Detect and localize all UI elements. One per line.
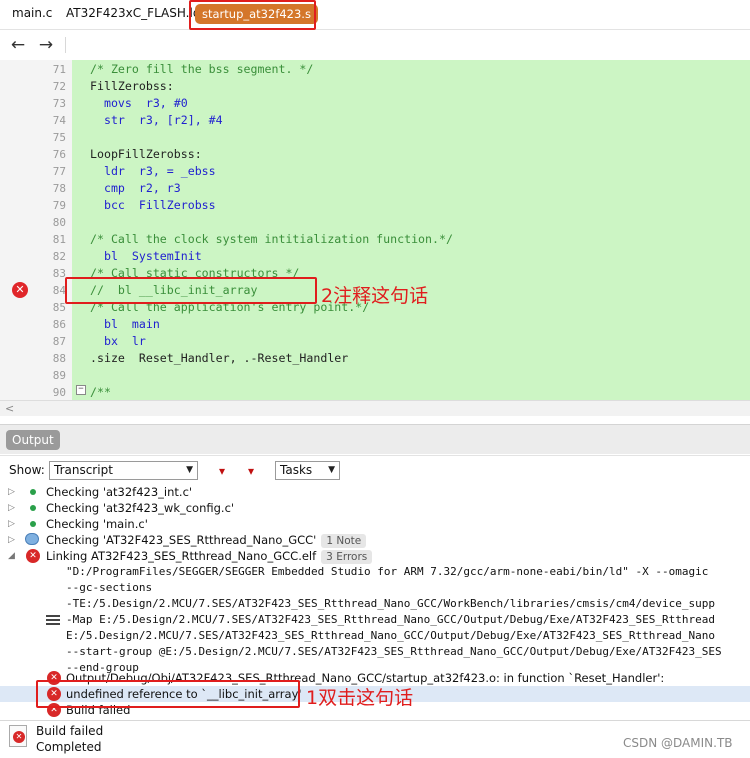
output-toolbar: Show: Transcript ▼ ▾ ▾ Tasks ▼ (0, 455, 750, 483)
code-line: 71/* Zero fill the bss segment. */ (52, 62, 314, 76)
collapse-icon[interactable]: ◢ (8, 548, 15, 564)
code-line: 75 (52, 131, 66, 144)
watermark: CSDN @DAMIN.TB (623, 736, 733, 750)
command-line[interactable]: "D:/ProgramFiles/SEGGER/SEGGER Embedded … (0, 564, 750, 580)
navigation-bar: ← → (0, 31, 750, 59)
command-line[interactable]: E:/5.Design/2.MCU/7.SES/AT32F423_SES_Rtt… (0, 628, 750, 644)
chevron-down-icon: ▼ (186, 465, 193, 475)
highlight-box-tab (189, 0, 316, 30)
command-line[interactable]: --start-group @E:/5.Design/2.MCU/7.SES/A… (0, 644, 750, 660)
expand-icon[interactable]: ▷ (8, 500, 15, 516)
annotation-double-click: 1双击这句话 (306, 687, 414, 709)
editor-tab-bar: main.c AT32F423xC_FLASH.ld startup_at32f… (0, 0, 750, 30)
highlight-box-error (36, 680, 300, 708)
list-icon (46, 615, 60, 625)
nav-separator (65, 37, 66, 53)
command-line[interactable]: -TE:/5.Design/2.MCU/7.SES/AT32F423_SES_R… (0, 596, 750, 612)
error-marker-icon[interactable]: ✕ (12, 282, 28, 298)
arrow-left-icon[interactable]: ← (8, 35, 28, 55)
output-tab[interactable]: Output (6, 430, 60, 450)
list-item[interactable]: ▷ Checking 'AT32F423_SES_Rtthread_Nano_GC… (0, 532, 750, 548)
code-line: 90/** (52, 385, 111, 399)
success-dot-icon (30, 521, 36, 527)
fold-toggle-icon[interactable]: − (76, 385, 86, 395)
command-line[interactable]: --gc-sections (0, 580, 750, 596)
code-line: 79 bcc FillZerobss (52, 198, 216, 212)
code-line: 82 bl SystemInit (52, 249, 202, 263)
code-line: 86 bl main (52, 317, 160, 331)
list-item[interactable]: ▷ Checking 'at32f423_int.c' (0, 484, 750, 500)
success-dot-icon (30, 505, 36, 511)
status-text: Build failed (36, 724, 104, 738)
chevron-down-icon: ▼ (328, 465, 335, 475)
status-badge: 3 Errors (321, 550, 373, 564)
status-badge: 1 Note (321, 534, 367, 548)
success-dot-icon (30, 489, 36, 495)
output-panel-header: Output (0, 424, 750, 454)
code-line: 73 movs r3, #0 (52, 96, 188, 110)
output-transcript[interactable]: ▷ Checking 'at32f423_int.c' ▷ Checking 'at… (0, 484, 750, 719)
code-line: 72 FillZerobss: (52, 79, 174, 93)
tab-main-c[interactable]: main.c (12, 6, 52, 20)
code-line: 81/* Call the clock system intitializati… (52, 232, 453, 246)
status-subtext: Completed (36, 740, 102, 754)
code-line: 78 cmp r2, r3 (52, 181, 181, 195)
annotation-comment-line: 2注释这句话 (321, 285, 429, 307)
list-item[interactable]: ◢ ✕ Linking AT32F423_SES_Rtthread_Nano_GCC… (0, 548, 750, 564)
code-line: 77 ldr r3, = _ebss (52, 164, 216, 178)
note-bubble-icon (25, 533, 39, 545)
command-line[interactable]: -Map E:/5.Design/2.MCU/7.SES/AT32F423_SE… (0, 612, 750, 628)
tasks-select[interactable]: Tasks ▼ (275, 461, 340, 480)
code-line: 80 (52, 216, 66, 229)
expand-icon[interactable]: ▷ (8, 484, 15, 500)
list-item[interactable]: ▷ Checking 'main.c' (0, 516, 750, 532)
highlight-box-code (65, 277, 317, 304)
show-label: Show: (9, 463, 45, 477)
previous-error-icon[interactable]: ▾ (214, 463, 230, 479)
expand-icon[interactable]: ▷ (8, 532, 15, 548)
show-select[interactable]: Transcript ▼ (49, 461, 198, 480)
next-error-icon[interactable]: ▾ (243, 463, 259, 479)
code-line: 87 bx lr (52, 334, 146, 348)
arrow-right-icon[interactable]: → (36, 35, 56, 55)
code-editor[interactable]: 71/* Zero fill the bss segment. */ 72 Fil… (0, 60, 750, 400)
horizontal-scrollbar[interactable]: < (0, 400, 750, 416)
code-line: 89 (52, 369, 66, 382)
code-line: 88 .size Reset_Handler, .-Reset_Handler (52, 351, 349, 365)
tab-flash-ld[interactable]: AT32F423xC_FLASH.ld (66, 6, 200, 20)
code-line: 74 str r3, [r2], #4 (52, 113, 223, 127)
expand-icon[interactable]: ▷ (8, 516, 15, 532)
error-icon: ✕ (26, 549, 40, 563)
build-failed-icon: ✕ (9, 725, 27, 747)
code-line: 76 LoopFillZerobss: (52, 147, 202, 161)
list-item[interactable]: ▷ Checking 'at32f423_wk_config.c' (0, 500, 750, 516)
scroll-left-icon[interactable]: < (5, 401, 14, 417)
